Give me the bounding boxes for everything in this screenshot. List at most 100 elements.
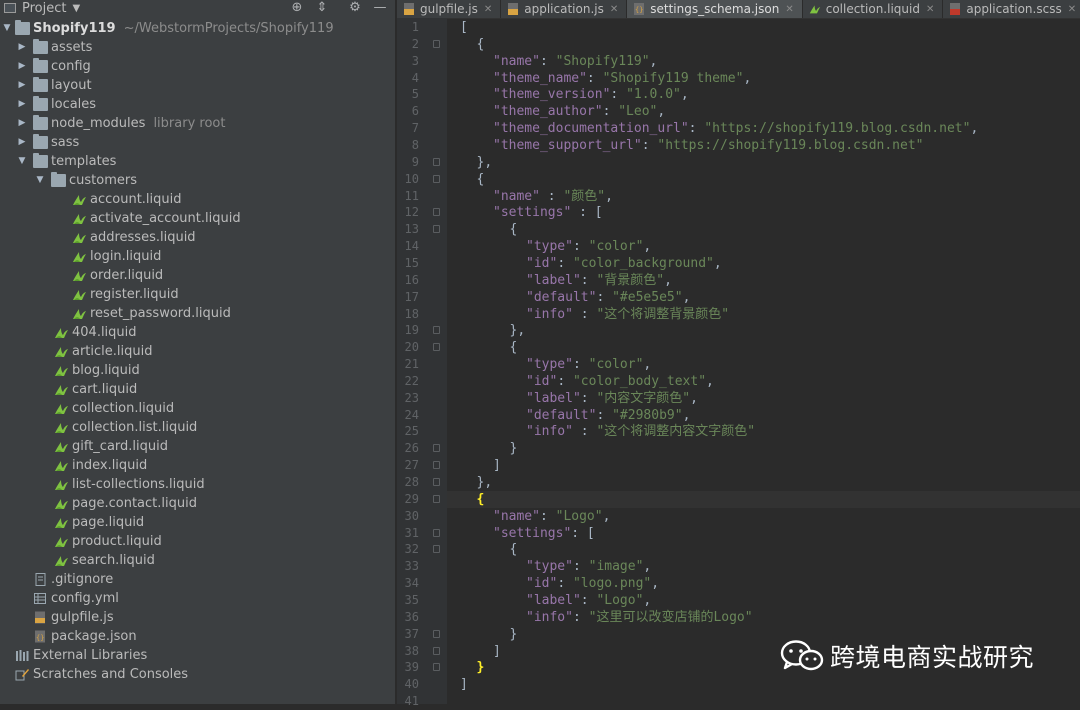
code-line[interactable]: 2{ [412, 36, 1080, 53]
tab-application-scss[interactable]: application.scss ✕ [943, 0, 1080, 18]
fold-marker-icon[interactable] [433, 157, 440, 166]
expand-arrow-icon[interactable]: ▼ [2, 19, 12, 38]
code-line[interactable]: 21 "type": "color", [405, 356, 1080, 373]
close-icon[interactable]: ✕ [926, 4, 934, 15]
fold-marker-icon[interactable] [433, 461, 440, 470]
code-line[interactable]: 19}, [405, 322, 1080, 339]
tree-item-activate-account-liquid[interactable]: activate_account.liquid [0, 209, 395, 228]
tree-item-layout[interactable]: ▶ layout [0, 76, 395, 95]
tree-item-order-liquid[interactable]: order.liquid [0, 266, 395, 285]
code-line[interactable]: 34 "id": "logo.png", [405, 575, 1080, 592]
code-line[interactable]: 27] [405, 457, 1080, 474]
tab-settings-schema-json[interactable]: {} settings_schema.json ✕ [627, 0, 803, 18]
code-line[interactable]: 35 "label": "Logo", [405, 592, 1080, 609]
tree-item-collection-liquid[interactable]: collection.liquid [0, 399, 395, 418]
code-line[interactable]: 3 "name": "Shopify119", [412, 53, 1080, 70]
code-line[interactable]: 12 "settings" : [ [405, 204, 1080, 221]
fold-marker-icon[interactable] [433, 225, 440, 234]
tree-item-list-collections-liquid[interactable]: list-collections.liquid [0, 475, 395, 494]
code-line[interactable]: 25 "info" : "这个将调整内容文字颜色" [405, 423, 1080, 440]
tree-item-search-liquid[interactable]: search.liquid [0, 551, 395, 570]
fold-marker-icon[interactable] [433, 208, 440, 217]
tree-item-gitignore[interactable]: .gitignore [0, 570, 395, 589]
fold-marker-icon[interactable] [433, 528, 440, 537]
fold-marker-icon[interactable] [433, 326, 440, 335]
code-line[interactable]: 18 "info" : "这个将调整背景颜色" [405, 306, 1080, 323]
fold-marker-icon[interactable] [433, 629, 440, 638]
fold-marker-icon[interactable] [433, 39, 440, 48]
code-line[interactable]: 1[ [412, 19, 1080, 36]
fold-marker-icon[interactable] [433, 663, 440, 672]
expand-arrow-icon[interactable]: ▼ [17, 152, 27, 171]
fold-marker-icon[interactable] [433, 174, 440, 183]
code-line[interactable]: 10 { [405, 171, 1080, 188]
fold-marker-icon[interactable] [433, 444, 440, 453]
tree-item-blog-liquid[interactable]: blog.liquid [0, 361, 395, 380]
code-line[interactable]: 32 { [405, 541, 1080, 558]
tree-item-login-liquid[interactable]: login.liquid [0, 247, 395, 266]
tree-item-register-liquid[interactable]: register.liquid [0, 285, 395, 304]
code-line[interactable]: 20 { [405, 339, 1080, 356]
gear-icon[interactable]: ⚙ [347, 0, 363, 16]
tree-root[interactable]: ▼ Shopify119 ~/WebstormProjects/Shopify11… [0, 19, 395, 38]
code-line[interactable]: 15 "id": "color_background", [405, 255, 1080, 272]
code-line[interactable]: 41 [405, 693, 1080, 710]
close-icon[interactable]: ✕ [610, 4, 618, 15]
expand-arrow-icon[interactable]: ▶ [17, 133, 27, 152]
fold-marker-icon[interactable] [433, 646, 440, 655]
code-line[interactable]: 40] [405, 676, 1080, 693]
code-line[interactable]: 16 "label": "背景颜色", [405, 272, 1080, 289]
tree-item-sass[interactable]: ▶ sass [0, 133, 395, 152]
code-line[interactable]: 17 "default": "#e5e5e5", [405, 289, 1080, 306]
code-line[interactable]: 11 "name" : "颜色", [405, 188, 1080, 205]
code-view[interactable]: 1[2{3 "name": "Shopify119", 4 "theme_name":… [405, 18, 1080, 708]
tree-item-page-contact-liquid[interactable]: page.contact.liquid [0, 494, 395, 513]
tree-item-404-liquid[interactable]: 404.liquid [0, 323, 395, 342]
code-line[interactable]: 22 "id": "color_body_text", [405, 373, 1080, 390]
code-line[interactable]: 23 "label": "内容文字颜色", [405, 390, 1080, 407]
code-line[interactable]: 9}, [412, 154, 1080, 171]
tree-item-reset-password-liquid[interactable]: reset_password.liquid [0, 304, 395, 323]
locate-icon[interactable]: ⊕ [289, 0, 305, 16]
tree-item-collection-list-liquid[interactable]: collection.list.liquid [0, 418, 395, 437]
close-icon[interactable]: ✕ [785, 4, 793, 15]
code-line[interactable]: 5 "theme_version": "1.0.0", [412, 86, 1080, 103]
tab-collection-liquid[interactable]: collection.liquid ✕ [803, 0, 944, 18]
tree-item-scratches-and-consoles[interactable]: Scratches and Consoles [0, 665, 395, 684]
tree-item-page-liquid[interactable]: page.liquid [0, 513, 395, 532]
tab-gulpfile-js[interactable]: gulpfile.js ✕ [397, 0, 502, 18]
tree-item-gulpfile-js[interactable]: gulpfile.js [0, 608, 395, 627]
code-line[interactable]: 26} [405, 440, 1080, 457]
code-line[interactable]: 4 "theme_name": "Shopify119 theme", [412, 70, 1080, 87]
code-line[interactable]: 7 "theme_documentation_url": "https://sho… [412, 120, 1080, 137]
tree-item-addresses-liquid[interactable]: addresses.liquid [0, 228, 395, 247]
fold-marker-icon[interactable] [433, 343, 440, 352]
fold-marker-icon[interactable] [433, 545, 440, 554]
expand-arrow-icon[interactable]: ▶ [17, 95, 27, 114]
expand-arrow-icon[interactable]: ▼ [35, 171, 45, 190]
project-view-selector[interactable]: Project ▼ [4, 1, 80, 16]
code-line[interactable]: 24 "default": "#2980b9", [405, 407, 1080, 424]
code-line[interactable]: 30 "name": "Logo", [405, 508, 1080, 525]
close-icon[interactable]: ✕ [1068, 4, 1076, 15]
code-line[interactable]: 14 "type": "color", [405, 238, 1080, 255]
code-line[interactable]: 33 "type": "image", [405, 558, 1080, 575]
tree-item-article-liquid[interactable]: article.liquid [0, 342, 395, 361]
hide-icon[interactable]: — [372, 0, 388, 16]
tree-item-account-liquid[interactable]: account.liquid [0, 190, 395, 209]
tree-item-cart-liquid[interactable]: cart.liquid [0, 380, 395, 399]
code-line[interactable]: 6 "theme_author": "Leo", [412, 103, 1080, 120]
expand-arrow-icon[interactable]: ▶ [17, 114, 27, 133]
tree-item-package-json[interactable]: {} package.json [0, 627, 395, 646]
tree-item-customers[interactable]: ▼ customers [0, 171, 395, 190]
expand-arrow-icon[interactable]: ▶ [17, 57, 27, 76]
collapse-all-icon[interactable]: ⇕ [314, 0, 330, 16]
tree-item-config-yml[interactable]: config.yml [0, 589, 395, 608]
close-icon[interactable]: ✕ [484, 4, 492, 15]
code-line[interactable]: 13 { [405, 221, 1080, 238]
tree-item-locales[interactable]: ▶ locales [0, 95, 395, 114]
expand-arrow-icon[interactable]: ▶ [17, 76, 27, 95]
tree-item-config[interactable]: ▶ config [0, 57, 395, 76]
code-line[interactable]: 36 "info": "这里可以改变店铺的Logo" [405, 609, 1080, 626]
code-line[interactable]: 8 "theme_support_url": "https://shopify11… [412, 137, 1080, 154]
